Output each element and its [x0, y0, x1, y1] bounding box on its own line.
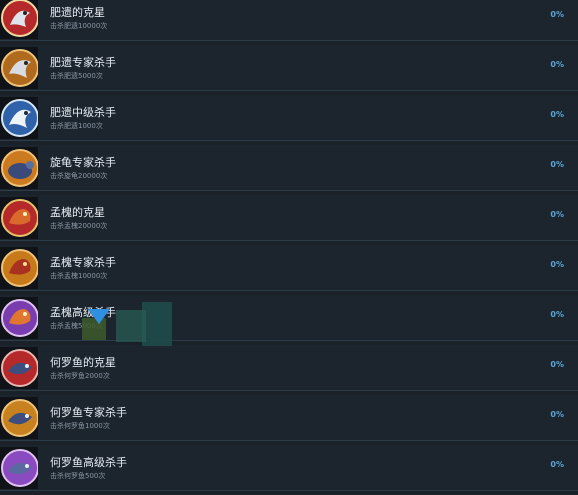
achievement-percent: 0% — [550, 10, 564, 19]
achievement-description: 击杀何罗鱼1000次 — [50, 422, 110, 430]
achievement-title: 何罗鱼专家杀手 — [50, 406, 127, 419]
achievement-row[interactable]: 肥遗专家杀手 击杀肥遗5000次 0% — [0, 45, 578, 91]
achievement-row[interactable]: 肥遗的克星 击杀肥遗10000次 0% — [0, 0, 578, 41]
achievement-percent: 0% — [550, 160, 564, 169]
achievement-description: 击杀孟槐20000次 — [50, 222, 108, 230]
achievement-percent: 0% — [550, 410, 564, 419]
feiyi-mid-icon — [0, 97, 38, 139]
menghuai-high-icon — [0, 297, 38, 339]
achievement-description: 击杀何罗鱼500次 — [50, 472, 106, 480]
menghuai-expert-icon — [0, 247, 38, 289]
achievement-row[interactable]: 何罗鱼高级杀手 击杀何罗鱼500次 0% — [0, 445, 578, 491]
achievement-description: 击杀肥遗1000次 — [50, 122, 103, 130]
achievement-percent: 0% — [550, 360, 564, 369]
achievement-row[interactable]: 何罗鱼的克星 击杀何罗鱼2000次 0% — [0, 345, 578, 391]
achievement-percent: 0% — [550, 260, 564, 269]
menghuai-boss-icon — [0, 197, 38, 239]
achievement-description: 击杀肥遗10000次 — [50, 22, 108, 30]
achievement-title: 肥遗的克星 — [50, 6, 105, 19]
achievement-percent: 0% — [550, 460, 564, 469]
achievement-percent: 0% — [550, 110, 564, 119]
achievement-description: 击杀肥遗5000次 — [50, 72, 103, 80]
achievement-row[interactable]: 肥遗中级杀手 击杀肥遗1000次 0% — [0, 95, 578, 141]
achievement-row[interactable]: 何罗鱼专家杀手 击杀何罗鱼1000次 0% — [0, 395, 578, 441]
achievement-description: 击杀何罗鱼2000次 — [50, 372, 110, 380]
achievement-title: 旋龟专家杀手 — [50, 156, 116, 169]
achievement-title: 何罗鱼高级杀手 — [50, 456, 127, 469]
achievement-title: 肥遗中级杀手 — [50, 106, 116, 119]
heluoyu-expert-icon — [0, 397, 38, 439]
achievement-percent: 0% — [550, 310, 564, 319]
achievement-title: 何罗鱼的克星 — [50, 356, 116, 369]
achievement-row[interactable]: 旋龟专家杀手 击杀旋龟20000次 0% — [0, 145, 578, 191]
achievement-percent: 0% — [550, 60, 564, 69]
achievement-row[interactable]: 孟槐专家杀手 击杀孟槐10000次 0% — [0, 245, 578, 291]
xuangui-expert-icon — [0, 147, 38, 189]
achievement-title: 肥遗专家杀手 — [50, 56, 116, 69]
cursor-overlay — [76, 302, 186, 347]
achievement-description: 击杀孟槐10000次 — [50, 272, 108, 280]
achievement-title: 孟槐的克星 — [50, 206, 105, 219]
heluoyu-boss-icon — [0, 347, 38, 389]
feiyi-expert-icon — [0, 47, 38, 89]
achievement-title: 孟槐专家杀手 — [50, 256, 116, 269]
achievement-row[interactable]: 孟槐的克星 击杀孟槐20000次 0% — [0, 195, 578, 241]
achievement-percent: 0% — [550, 210, 564, 219]
achievement-list: 肥遗的克星 击杀肥遗10000次 0% 肥遗专家杀手 击杀肥遗5000次 0% … — [0, 0, 578, 495]
feiyi-boss-icon — [0, 0, 38, 39]
achievement-description: 击杀旋龟20000次 — [50, 172, 108, 180]
